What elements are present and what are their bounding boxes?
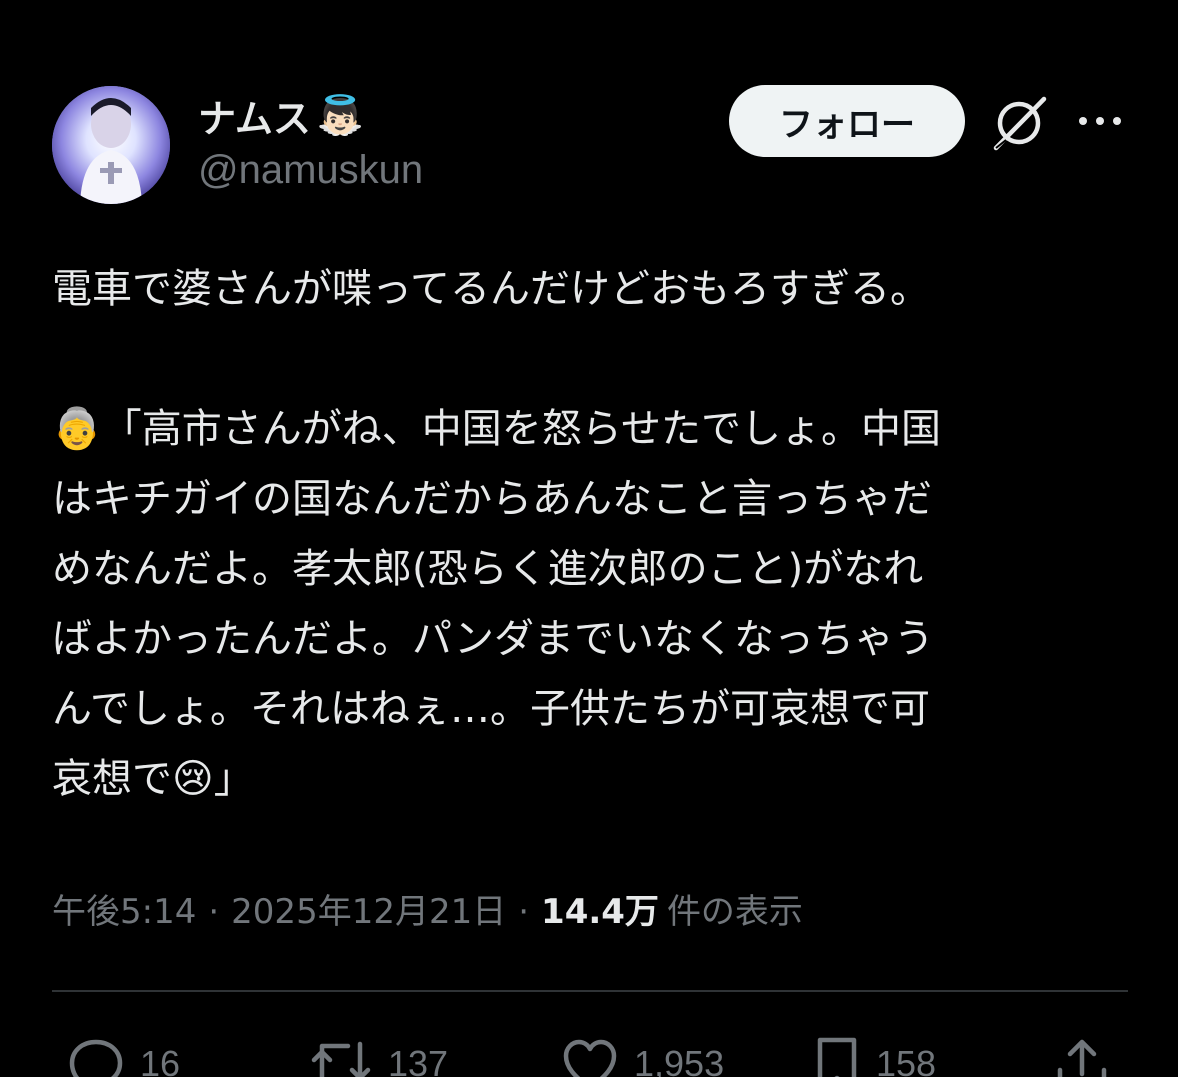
display-name[interactable]: ナムス 👼🏻	[198, 90, 365, 141]
tweet-line-blank	[52, 324, 1138, 394]
like-count: 1,953	[634, 1043, 725, 1077]
heart-icon	[563, 1039, 617, 1077]
tweet-line: ばよかったんだよ。パンダまでいなくなっちゃう	[52, 616, 934, 662]
follow-button[interactable]: フォロー	[729, 85, 965, 157]
repost-count: 137	[388, 1043, 449, 1077]
more-icon[interactable]	[1076, 106, 1124, 136]
bookmark-icon	[817, 1037, 857, 1077]
repost-button[interactable]: 137	[308, 1034, 448, 1077]
tweet-line: んでしょ。それはねぇ…。子供たちが可哀想で可	[52, 686, 930, 732]
angel-emoji-icon: 👼🏻	[316, 93, 365, 137]
tweet-line: 電車で婆さんが喋ってるんだけどおもろすぎる。	[52, 266, 930, 312]
divider	[52, 990, 1128, 992]
repost-icon	[311, 1041, 371, 1077]
views-count[interactable]: 14.4万	[541, 884, 659, 933]
like-button[interactable]: 1,953	[560, 1034, 724, 1077]
reply-count: 16	[140, 1043, 181, 1077]
bookmark-count: 158	[876, 1043, 937, 1077]
avatar[interactable]	[52, 86, 170, 204]
tweet-line: 👵「高市さんがね、中国を怒らせたでしょ。中国	[52, 406, 942, 452]
user-handle[interactable]: @namuskun	[198, 148, 423, 193]
reply-button[interactable]: 16	[66, 1034, 180, 1077]
meta-separator: ·	[208, 892, 220, 932]
display-name-text: ナムス	[198, 96, 311, 141]
tweet-text: 電車で婆さんが喋ってるんだけどおもろすぎる。 👵「高市さんがね、中国を怒らせたで…	[52, 254, 1138, 814]
tweet-line: 哀想で😢」	[52, 756, 254, 802]
grok-icon[interactable]	[990, 94, 1048, 152]
tweet-line: はキチガイの国なんだからあんなこと言っちゃだ	[52, 476, 932, 522]
share-button[interactable]	[1054, 1034, 1110, 1077]
tweet-time[interactable]: 午後5:14	[52, 884, 196, 933]
avatar-portrait-icon	[52, 86, 170, 204]
share-icon	[1057, 1039, 1107, 1077]
meta-separator: ·	[518, 892, 530, 932]
views-label: 件の表示	[666, 892, 803, 932]
reply-icon	[69, 1039, 123, 1077]
tweet-line: めなんだよ。孝太郎(恐らく進次郎のこと)がなれ	[52, 546, 924, 592]
bookmark-button[interactable]: 158	[812, 1034, 936, 1077]
tweet-meta: 午後5:14 · 2025年12月21日 · 14.4万 件の表示	[52, 884, 803, 933]
tweet-date[interactable]: 2025年12月21日	[231, 884, 506, 933]
